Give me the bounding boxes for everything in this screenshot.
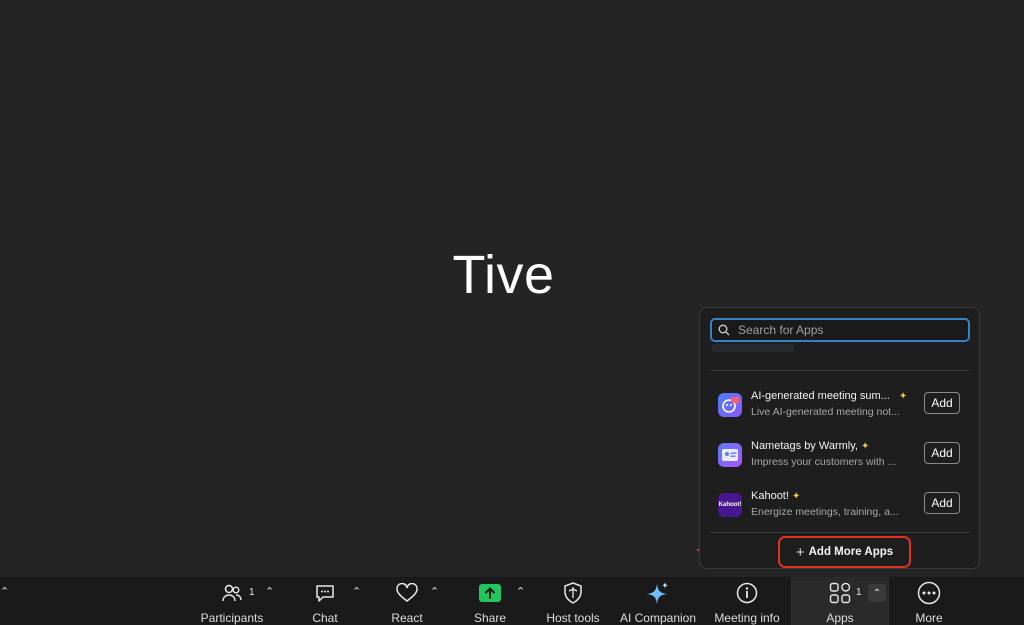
sparkle-icon: ✦ [898, 391, 908, 402]
meeting-info-label: Meeting info [714, 611, 780, 625]
divider [710, 532, 970, 533]
ai-companion-sparkle-icon [646, 580, 670, 605]
participant-name: Tive [452, 245, 555, 305]
ai-summary-app-icon [718, 393, 742, 417]
app-title: AI-generated meeting sum... ✦ [751, 390, 908, 402]
toolbar-meeting-info[interactable]: Meeting info [710, 577, 784, 625]
nametags-app-icon [718, 443, 742, 467]
app-description: Energize meetings, training, a... [751, 506, 899, 518]
toolbar-ai-companion[interactable]: AI Companion [616, 577, 700, 625]
add-app-button[interactable]: Add [924, 392, 960, 414]
chat-icon [314, 580, 336, 605]
share-label: Share [473, 611, 507, 625]
toolbar-left-caret-icon[interactable]: ⌃ [0, 585, 9, 598]
app-row-nametags[interactable]: Nametags by Warmly, ✦ Impress your custo… [718, 438, 964, 472]
sparkle-icon: ✦ [791, 491, 801, 502]
divider [710, 370, 970, 371]
toolbar-chat[interactable]: Chat [305, 577, 345, 625]
toolbar-host-tools[interactable]: Host tools [538, 577, 608, 625]
react-caret-icon[interactable]: ⌃ [430, 585, 439, 598]
app-description: Live AI-generated meeting not... [751, 406, 900, 418]
search-input[interactable] [736, 322, 960, 338]
toolbar-more[interactable]: More [909, 577, 949, 625]
app-description: Impress your customers with ... [751, 456, 897, 468]
apps-count: 1 [856, 587, 862, 598]
toolbar-participants[interactable]: Participants [196, 577, 268, 625]
apps-icon [829, 580, 851, 605]
share-icon [478, 580, 502, 605]
apps-panel: AI-generated meeting sum... ✦ Live AI-ge… [699, 307, 980, 569]
chat-caret-icon[interactable]: ⌃ [352, 585, 361, 598]
search-tab-indicator [712, 344, 794, 352]
host-tools-label: Host tools [546, 611, 600, 625]
app-row-ai-summary[interactable]: AI-generated meeting sum... ✦ Live AI-ge… [718, 388, 964, 422]
toolbar-apps[interactable]: Apps [820, 577, 860, 625]
shield-icon [563, 580, 583, 605]
add-more-apps-button[interactable]: + Add More Apps [778, 536, 911, 568]
react-label: React [391, 611, 423, 625]
participants-label: Participants [200, 611, 264, 625]
app-title: Kahoot! ✦ [751, 490, 801, 502]
apps-caret-icon[interactable]: ⌃ [868, 584, 886, 602]
chat-label: Chat [312, 611, 338, 625]
search-icon [718, 324, 730, 336]
participants-count: 1 [249, 587, 255, 598]
plus-icon: + [795, 543, 805, 561]
kahoot-app-icon: Kahoot! [718, 493, 742, 517]
participants-icon [221, 580, 243, 605]
more-label: More [915, 611, 943, 625]
ai-companion-label: AI Companion [619, 611, 697, 625]
toolbar-share[interactable]: Share [470, 577, 510, 625]
toolbar-react[interactable]: React [387, 577, 427, 625]
add-app-button[interactable]: Add [924, 492, 960, 514]
search-box[interactable] [710, 318, 970, 342]
kahoot-icon-text: Kahoot! [718, 502, 742, 508]
sparkle-icon: ✦ [861, 441, 870, 452]
apps-label: Apps [826, 611, 854, 625]
heart-icon [395, 580, 419, 605]
app-row-kahoot[interactable]: Kahoot! Kahoot! ✦ Energize meetings, tra… [718, 488, 964, 522]
participants-caret-icon[interactable]: ⌃ [265, 585, 274, 598]
info-icon [736, 580, 758, 605]
app-title: Nametags by Warmly, ✦ [751, 440, 870, 452]
add-more-apps-label: Add More Apps [808, 546, 894, 558]
more-icon [917, 580, 941, 605]
share-caret-icon[interactable]: ⌃ [516, 585, 525, 598]
add-app-button[interactable]: Add [924, 442, 960, 464]
